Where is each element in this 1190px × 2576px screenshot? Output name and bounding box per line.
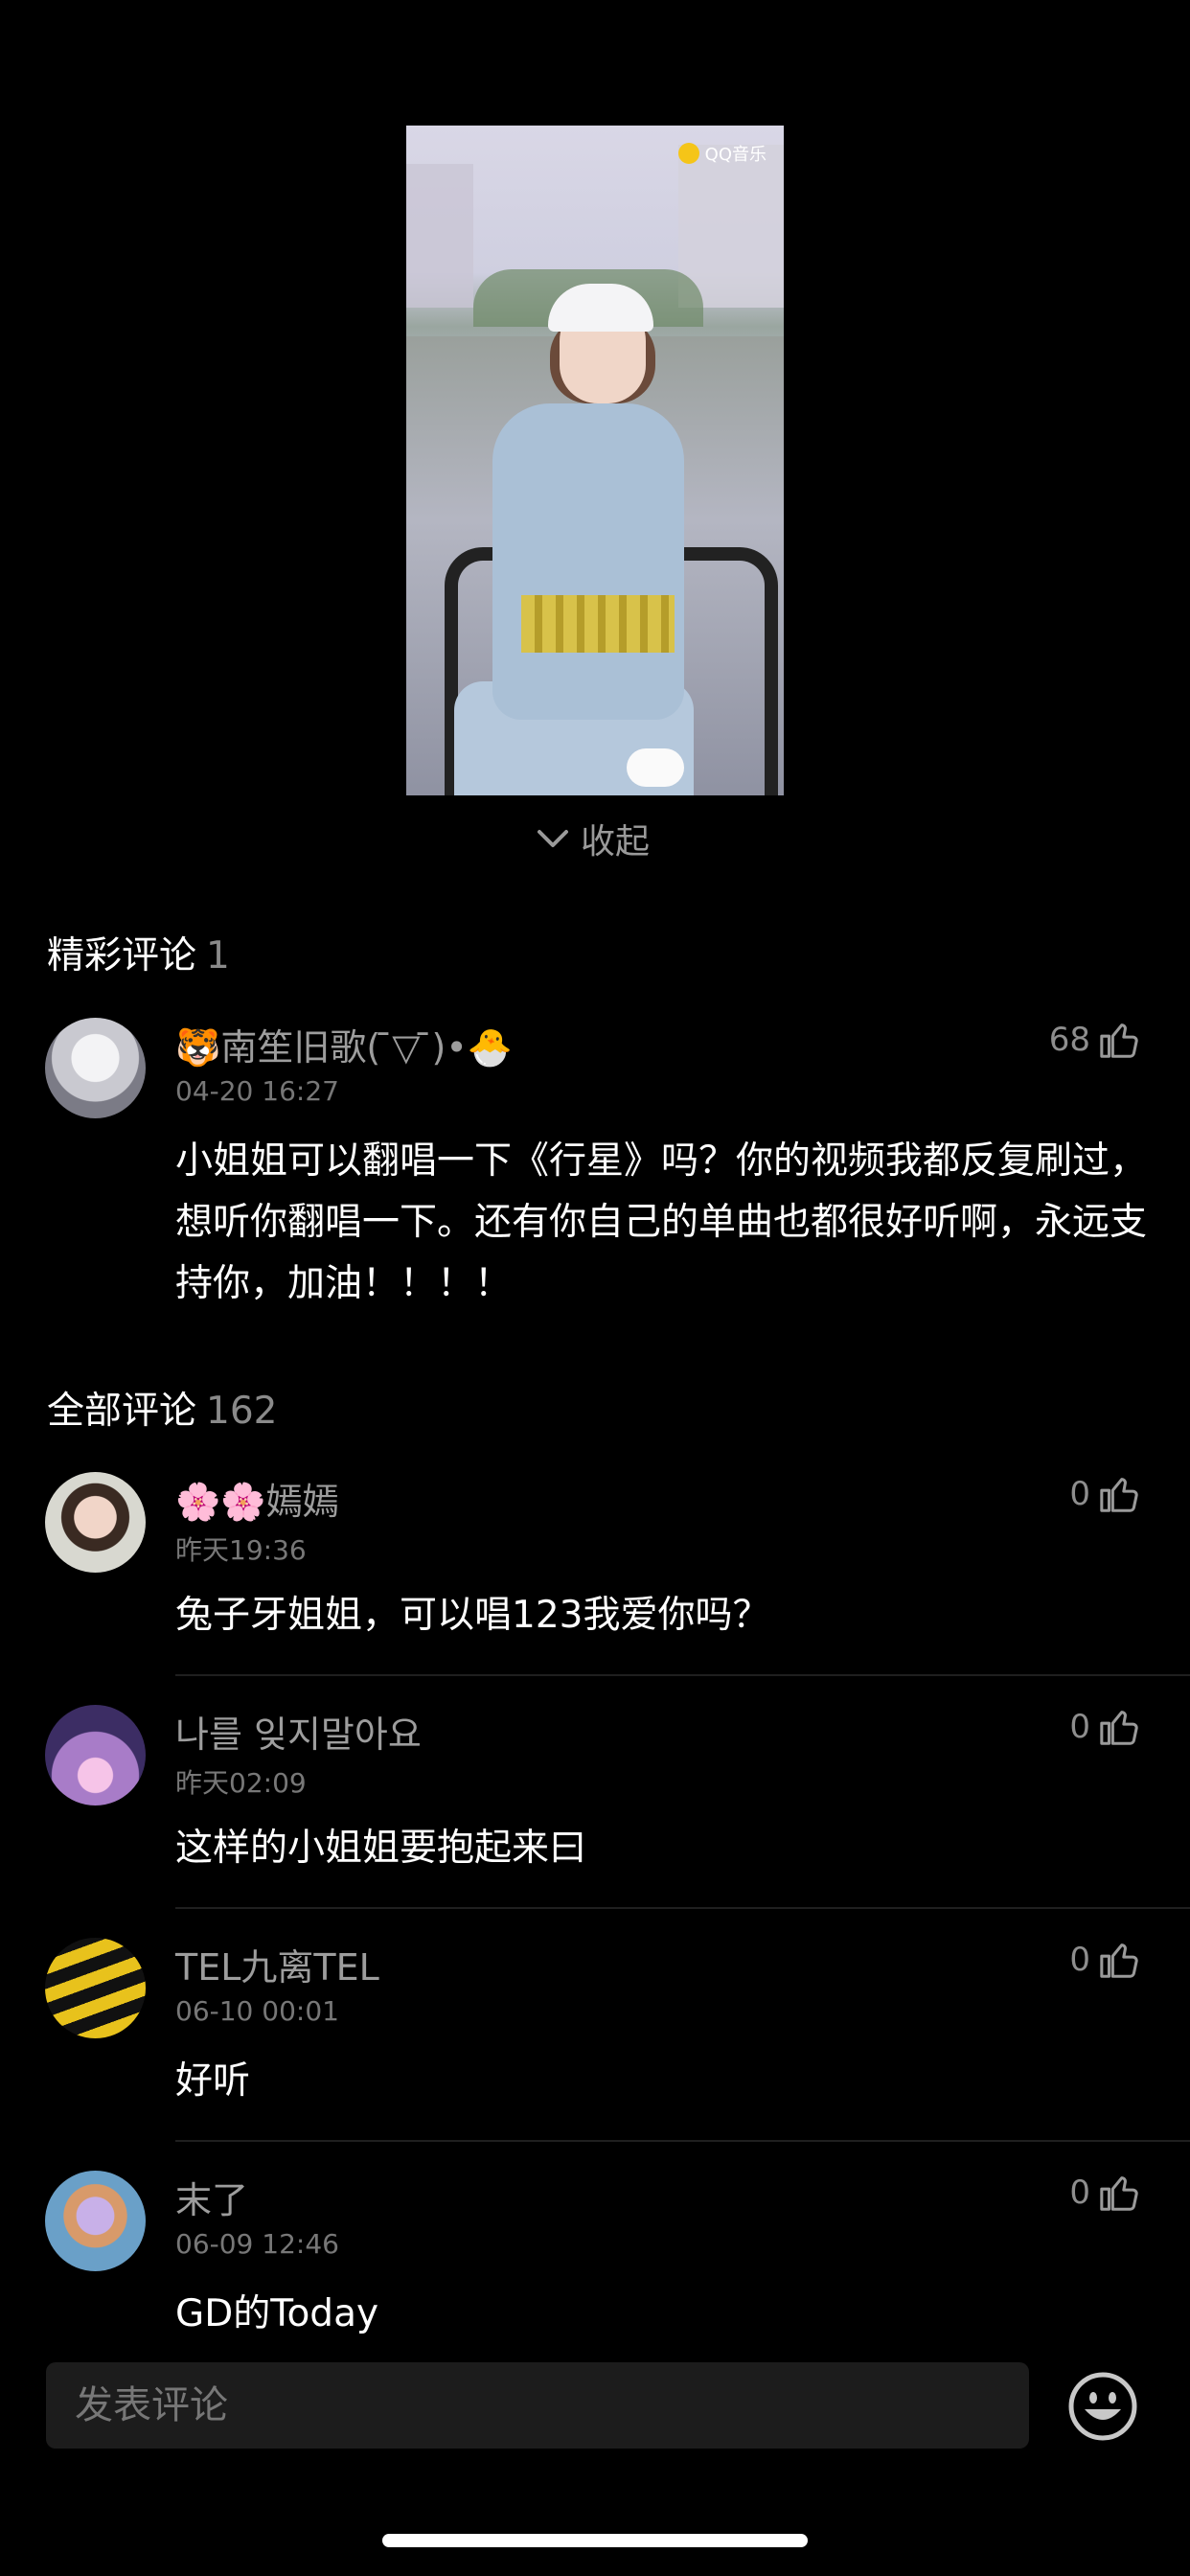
thumbnail-person (492, 403, 684, 720)
comment-username[interactable]: TEL九离TEL (175, 1938, 379, 1990)
thumbs-up-icon (1100, 1944, 1138, 1978)
home-indicator[interactable] (382, 2534, 808, 2547)
thumbnail-shoe (627, 748, 684, 787)
comment-time: 06-09 12:46 (175, 2228, 339, 2260)
emoji-icon[interactable] (1067, 2371, 1138, 2442)
thumbs-up-icon (1100, 1478, 1138, 1512)
collapse-label: 收起 (581, 822, 651, 862)
comment-text: 好听 (175, 2059, 251, 2103)
comment-time: 昨天02:09 (175, 1767, 307, 1799)
like-button[interactable]: 0 (1069, 2171, 1142, 2215)
avatar[interactable] (45, 1472, 146, 1573)
comment-text: 这样的小姐姐要抱起来曰 (175, 1827, 587, 1870)
all-title: 全部评论 (47, 1390, 197, 1433)
qq-music-logo: QQ音乐 (677, 141, 767, 166)
like-button[interactable]: 0 (1069, 1472, 1142, 1516)
comment-time: 昨天19:36 (175, 1534, 307, 1566)
comment-username[interactable]: 나를 잊지말아요 (175, 1705, 422, 1758)
comment-username[interactable]: 🐯南笙旧歌( ̄▽ ̄)•🐣 (175, 1018, 513, 1070)
all-count: 162 (206, 1390, 278, 1433)
like-count: 0 (1069, 1708, 1090, 1746)
like-count: 0 (1069, 1475, 1090, 1513)
collapse-button[interactable]: 收起 (537, 815, 650, 862)
logo-text: QQ音乐 (704, 145, 767, 165)
qq-music-logo-icon (677, 143, 699, 164)
video-thumbnail[interactable]: QQ音乐 (406, 126, 784, 795)
avatar[interactable] (45, 2171, 146, 2271)
avatar[interactable] (45, 1938, 146, 2038)
featured-title: 精彩评论 (47, 934, 197, 978)
comment-divider (175, 1907, 1190, 1909)
comment-username[interactable]: 🌸🌸嫣嫣 (175, 1472, 339, 1525)
comment-divider (175, 1674, 1190, 1676)
comment-text: 小姐姐可以翻唱一下《行星》吗？你的视频我都反复刷过，想听你翻唱一下。还有你自己的… (175, 1139, 1148, 1305)
avatar[interactable] (45, 1705, 146, 1806)
comment-divider (175, 2140, 1190, 2142)
thumbs-up-icon (1100, 1711, 1138, 1745)
comment-text: GD的Today (175, 2292, 379, 2335)
comment-input[interactable]: 发表评论 (46, 2362, 1029, 2449)
like-button[interactable]: 0 (1069, 1938, 1142, 1982)
comment-username[interactable]: 末了 (175, 2171, 248, 2223)
thumbnail-plaid (521, 595, 675, 653)
like-count: 0 (1069, 2174, 1090, 2212)
like-count: 68 (1048, 1021, 1090, 1059)
thumbnail-building-left (406, 164, 473, 308)
comment-text: 兔子牙姐姐，可以唱123我爱你吗？ (175, 1594, 770, 1637)
all-comments-header: 全部评论 162 (47, 1381, 277, 1435)
chevron-down-icon (538, 830, 568, 847)
thumbs-up-icon (1100, 2176, 1138, 2211)
like-count: 0 (1069, 1941, 1090, 1979)
comment-time: 06-10 00:01 (175, 1995, 339, 2027)
featured-comments-header: 精彩评论 1 (47, 926, 230, 979)
comment-time: 04-20 16:27 (175, 1075, 339, 1107)
avatar[interactable] (45, 1018, 146, 1118)
thumbs-up-icon (1100, 1024, 1138, 1058)
like-button[interactable]: 68 (1049, 1018, 1142, 1062)
like-button[interactable]: 0 (1069, 1705, 1142, 1749)
featured-count: 1 (206, 934, 230, 978)
